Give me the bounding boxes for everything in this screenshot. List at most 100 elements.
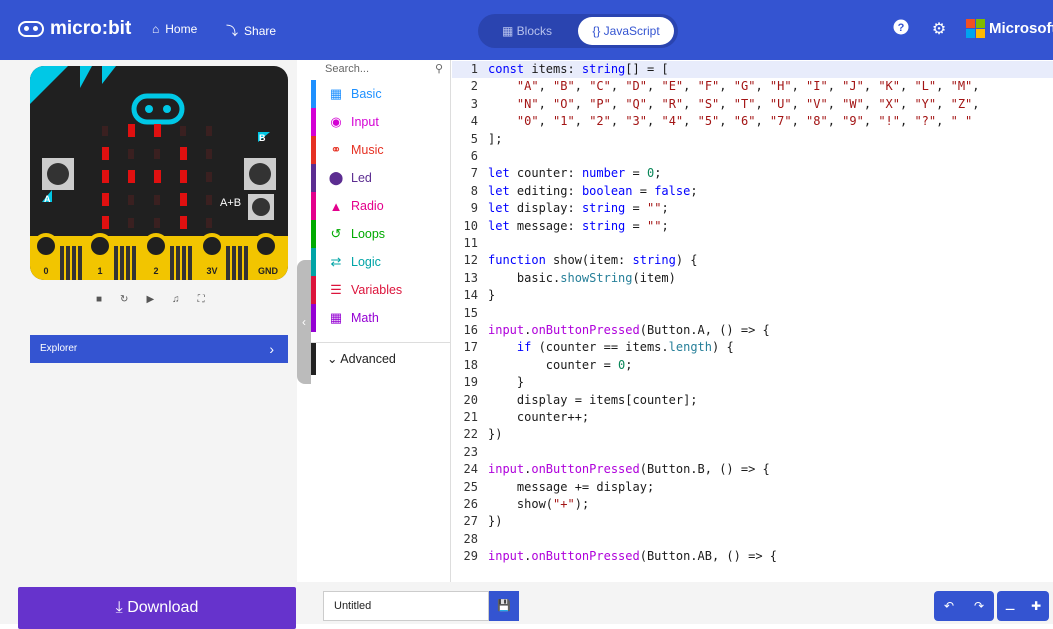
code-line[interactable]: 20 display = items[counter];	[452, 392, 1053, 409]
category-advanced[interactable]: ⌄ Advanced	[311, 342, 451, 375]
toolbox: Search... ⚲ ▦ Basic ◉ Input ⚭ Music ⬤ Le…	[311, 60, 451, 582]
explorer-bar[interactable]: Explorer ›	[30, 335, 288, 363]
line-number: 16	[463, 323, 478, 337]
top-bar: micro:bit ⌂ Home ⤵ Share ▦ Blocks {} Jav…	[0, 0, 1053, 60]
line-number: 1	[470, 62, 478, 76]
share-button[interactable]: ⤵ Share	[226, 22, 276, 39]
code-line[interactable]: 10 let message: string = "";	[452, 218, 1053, 235]
toolbox-search[interactable]: Search... ⚲	[311, 60, 451, 78]
save-button[interactable]: 💾	[489, 591, 519, 621]
headphones-icon: ⚭	[330, 142, 342, 157]
microbit-logo[interactable]: micro:bit	[18, 18, 131, 40]
svg-text:?: ?	[898, 22, 905, 34]
category-music[interactable]: ⚭ Music	[311, 136, 451, 164]
line-number: 17	[463, 340, 478, 355]
grid-icon: ▦	[329, 86, 343, 101]
code-line[interactable]: 23	[452, 444, 1053, 461]
restart-icon[interactable]: ↻	[120, 294, 128, 305]
redo-icon[interactable]: ↷	[974, 599, 984, 613]
home-button[interactable]: ⌂ Home	[152, 22, 197, 36]
javascript-tab[interactable]: {} JavaScript	[578, 17, 674, 45]
code-line[interactable]: 24 input.onButtonPressed(Button.B, () => …	[452, 461, 1053, 478]
category-label: Led	[351, 171, 372, 185]
undo-icon[interactable]: ↶	[944, 599, 954, 613]
search-input[interactable]: Search...	[325, 63, 369, 75]
code-line[interactable]: 21 counter++;	[452, 409, 1053, 426]
gear-icon[interactable]: ⚙	[928, 19, 950, 41]
slow-motion-icon[interactable]: ▶	[146, 294, 154, 305]
code-line[interactable]: 17 if (counter == items.length) {	[452, 339, 1053, 356]
category-math[interactable]: ▦ Math	[311, 304, 451, 332]
code-text: }	[488, 375, 525, 390]
code-text: "N", "O", "P", "Q", "R", "S", "T", "U", …	[516, 96, 980, 111]
line-number: 14	[463, 288, 478, 303]
code-line[interactable]: 11	[452, 235, 1053, 252]
sound-icon[interactable]: ♫	[172, 294, 180, 305]
loop-icon: ↺	[330, 226, 342, 241]
code-line[interactable]: 8 let editing: boolean = false;	[452, 183, 1053, 200]
category-input[interactable]: ◉ Input	[311, 108, 451, 136]
button-ab-label: A+B	[220, 197, 241, 209]
category-logic[interactable]: ⇄ Logic	[311, 248, 451, 276]
code-line[interactable]: 5];	[452, 131, 1053, 148]
code-text: show("+");	[488, 497, 590, 511]
line-number: 18	[463, 357, 478, 372]
shuffle-icon: ⇄	[330, 254, 342, 269]
code-line[interactable]: 19 }	[452, 374, 1053, 391]
code-line[interactable]: 28	[452, 531, 1053, 548]
fullscreen-icon[interactable]: ⛶	[198, 294, 205, 305]
code-line[interactable]: 6	[452, 148, 1053, 165]
code-text: })	[488, 514, 503, 529]
code-line[interactable]: 22})	[452, 426, 1053, 443]
collapse-simulator-handle[interactable]: ‹	[297, 260, 311, 384]
code-text: }	[488, 288, 496, 303]
code-text: let display: string = "";	[488, 201, 669, 216]
code-editor[interactable]: 1 const items: string[] = [2 "A", "B", "C…	[452, 60, 1053, 582]
button-b-label: B	[259, 133, 266, 143]
code-line[interactable]: 4 "0", "1", "2", "3", "4", "5", "6", "7"…	[452, 113, 1053, 130]
puzzle-icon: ▦	[501, 24, 514, 38]
code-line[interactable]: 7 let counter: number = 0;	[452, 165, 1053, 182]
project-name-input[interactable]: Untitled	[323, 591, 489, 621]
category-radio[interactable]: ▲ Radio	[311, 192, 451, 220]
zoom-out-icon[interactable]: ⚊	[1005, 599, 1016, 613]
help-icon[interactable]: ?	[890, 19, 912, 41]
simulator-panel: A B A+B 0 1 2 3V GND ■ ↻ ▶ ♫ ⛶ Explorer …	[0, 60, 297, 582]
code-line[interactable]: 14}	[452, 287, 1053, 304]
code-line[interactable]: 2 "A", "B", "C", "D", "E", "F", "G", "H"…	[452, 78, 1053, 95]
category-led[interactable]: ⬤ Led	[311, 164, 451, 192]
blocks-tab[interactable]: ▦ Blocks	[484, 17, 570, 45]
simulator-controls: ■ ↻ ▶ ♫ ⛶	[96, 294, 205, 305]
line-number: 19	[463, 375, 478, 390]
line-number: 23	[463, 444, 478, 459]
category-label: Music	[351, 143, 384, 157]
pin-2-label: 2	[153, 266, 158, 276]
code-line[interactable]: 25 message += display;	[452, 479, 1053, 496]
code-line[interactable]: 3 "N", "O", "P", "Q", "R", "S", "T", "U"…	[452, 96, 1053, 113]
code-line[interactable]: 16 input.onButtonPressed(Button.A, () => …	[452, 322, 1053, 339]
download-button[interactable]: ⤓ Download	[18, 587, 296, 629]
home-label: Home	[165, 22, 198, 36]
code-line[interactable]: 18 counter = 0;	[452, 357, 1053, 374]
category-label: Variables	[351, 283, 403, 297]
led-matrix	[102, 124, 212, 229]
code-line[interactable]: 13 basic.showString(item)	[452, 270, 1053, 287]
code-line[interactable]: 26 show("+");	[452, 496, 1053, 513]
code-line[interactable]: 29 input.onButtonPressed(Button.AB, () =>…	[452, 548, 1053, 565]
zoom-in-icon[interactable]: ✚	[1031, 599, 1041, 613]
code-line[interactable]: 1 const items: string[] = [	[452, 61, 1053, 79]
line-number: 11	[463, 236, 478, 250]
pin-1-label: 1	[97, 266, 102, 276]
line-number: 24	[463, 462, 478, 477]
code-line[interactable]: 15	[452, 305, 1053, 322]
undo-redo-group: ↶ ↷	[934, 591, 994, 621]
category-variables[interactable]: ☰ Variables	[311, 276, 451, 304]
code-line[interactable]: 27})	[452, 513, 1053, 530]
category-basic[interactable]: ▦ Basic	[311, 80, 451, 108]
code-line[interactable]: 9 let display: string = "";	[452, 200, 1053, 217]
stop-icon[interactable]: ■	[96, 294, 102, 305]
code-line[interactable]: 12 function show(item: string) {	[452, 252, 1053, 269]
category-loops[interactable]: ↺ Loops	[311, 220, 451, 248]
microbit-board: A B A+B 0 1 2 3V GND	[30, 66, 288, 280]
microsoft-logo[interactable]: Microsoft	[966, 19, 1053, 38]
